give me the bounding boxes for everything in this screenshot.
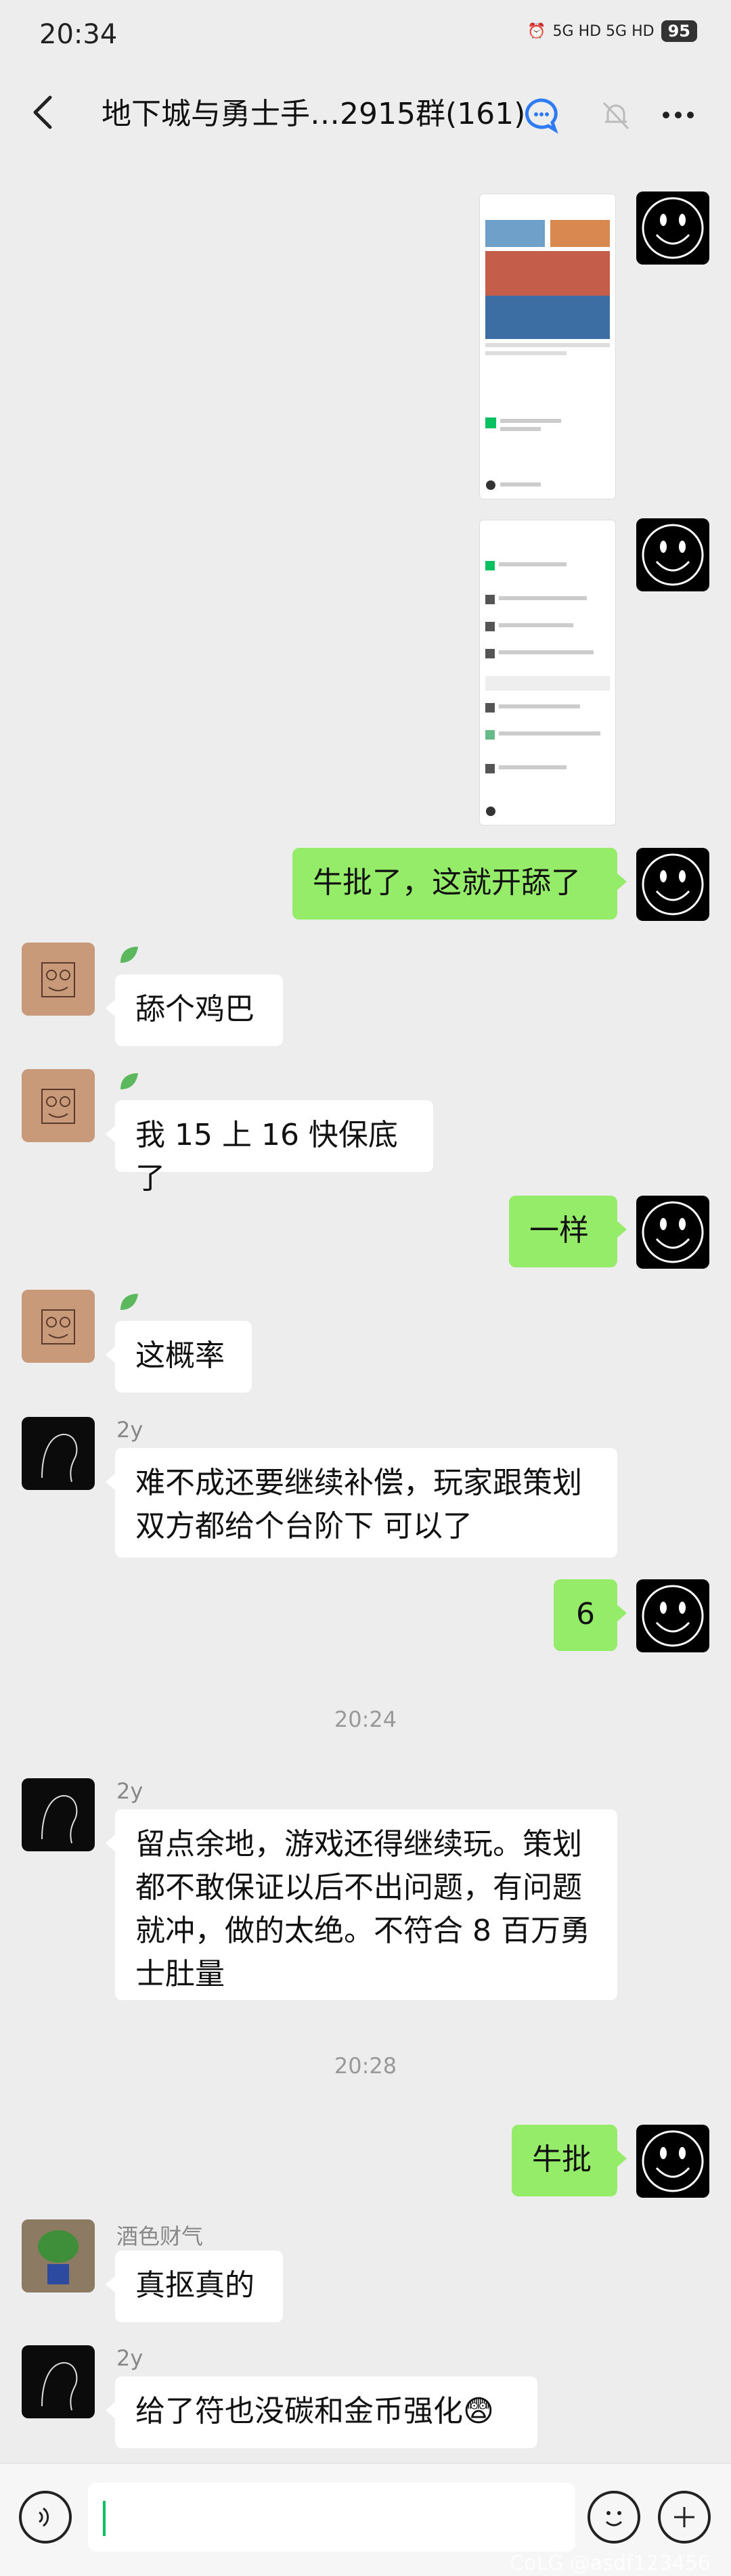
- image-message-2[interactable]: [479, 520, 616, 826]
- smiley-face-icon: [642, 1585, 704, 1647]
- message-bubble[interactable]: 舔个鸡巴: [106, 974, 283, 1046]
- network-label: 5G HD 5G HD: [552, 22, 655, 40]
- voice-wave-icon: [39, 2507, 49, 2527]
- watermark: CoLG @asdf123456: [510, 2552, 711, 2575]
- message-bubble[interactable]: 我 15 上 16 快保底了: [106, 1100, 433, 1196]
- more-functions-button[interactable]: [658, 2491, 711, 2544]
- emoji-icon: [605, 2511, 623, 2527]
- message-bubble[interactable]: 留点余地，游戏还得继续玩。策划 都不敢保证以后不出问题，有问题 就冲，做的太绝。…: [106, 1809, 617, 2000]
- message-line: 留点余地，游戏还得继续玩。策划: [135, 1827, 582, 1861]
- screenshot-thumbnail-2: [485, 561, 610, 816]
- message-timestamp: 20:28: [334, 2053, 397, 2079]
- avatar-self[interactable]: [636, 1196, 709, 1269]
- silhouette-avatar-icon: [41, 2362, 78, 2411]
- leaf-badge-icon: [120, 947, 138, 963]
- message-bubble[interactable]: 这概率: [106, 1321, 252, 1393]
- emoji-button[interactable]: [588, 2491, 640, 2544]
- smiley-face-icon: [642, 2130, 704, 2192]
- sender-nickname: 酒色财气: [116, 2223, 204, 2249]
- message-timestamp: 20:24: [334, 1707, 397, 1732]
- sketch-avatar-icon: [22, 1290, 95, 1363]
- silhouette-avatar-icon: [41, 1433, 78, 1483]
- avatar-self[interactable]: [636, 518, 709, 591]
- avatar-spongebob[interactable]: [22, 1290, 95, 1363]
- plus-icon: [674, 2507, 694, 2527]
- message-bubble[interactable]: 牛批: [512, 2125, 627, 2196]
- message-line: 难不成还要继续补偿，玩家跟策划: [135, 1466, 582, 1500]
- message-bubble[interactable]: 给了符也没碳和金币强化😨: [106, 2376, 537, 2448]
- message-input[interactable]: [88, 2483, 575, 2552]
- message-line: 就冲，做的太绝。不符合 8 百万勇: [135, 1914, 590, 1948]
- avatar-self[interactable]: [636, 2125, 709, 2198]
- leaf-badge-icon: [120, 1073, 138, 1089]
- avatar-silhouette[interactable]: [22, 1778, 95, 1851]
- message-bubble[interactable]: 6: [554, 1579, 627, 1651]
- text-caret: [103, 2501, 106, 2536]
- back-arrow-icon[interactable]: [27, 92, 61, 133]
- status-bar: 20:34 ⏰ 5G HD 5G HD 95: [0, 0, 731, 74]
- battery-level: 95: [661, 20, 697, 42]
- smiley-face-icon: [642, 524, 704, 586]
- status-time: 20:34: [39, 19, 118, 50]
- input-bar: CoLG @asdf123456: [0, 2463, 731, 2576]
- screenshot-thumbnail-1: [485, 220, 610, 490]
- avatar-spongebob[interactable]: [22, 1069, 95, 1142]
- message-bubble[interactable]: 一样: [509, 1196, 627, 1267]
- message-line: 双方都给个台阶下 可以了: [135, 1509, 472, 1543]
- chat-ai-icon[interactable]: [521, 95, 562, 135]
- alarm-icon: ⏰: [527, 22, 546, 40]
- avatar-plant[interactable]: [22, 2219, 95, 2292]
- message-bubble[interactable]: 难不成还要继续补偿，玩家跟策划 双方都给个台阶下 可以了: [106, 1448, 617, 1558]
- avatar-self[interactable]: [636, 1579, 709, 1652]
- leaf-badge-icon: [120, 1294, 138, 1310]
- chat-title[interactable]: 地下城与勇士手…2915群(161): [102, 89, 525, 133]
- chat-header: 地下城与勇士手…2915群(161): [0, 74, 731, 149]
- silhouette-avatar-icon: [41, 1794, 78, 1844]
- avatar-spongebob[interactable]: [22, 943, 95, 1016]
- mute-bell-icon[interactable]: [596, 95, 636, 135]
- message-line: 士肚量: [135, 1957, 225, 1991]
- sender-nickname: 2y: [116, 1417, 143, 1443]
- smiley-face-icon: [642, 197, 704, 259]
- smiley-face-icon: [642, 853, 704, 916]
- image-message-1[interactable]: [479, 194, 616, 499]
- avatar-self[interactable]: [636, 848, 709, 921]
- avatar-silhouette[interactable]: [22, 1417, 95, 1490]
- more-options-icon[interactable]: [658, 95, 699, 135]
- smiley-face-icon: [642, 1201, 704, 1263]
- sketch-avatar-icon: [22, 1069, 95, 1142]
- voice-input-button[interactable]: [19, 2491, 72, 2544]
- sender-nickname: 2y: [116, 1778, 143, 1804]
- plant-avatar-icon: [22, 2219, 95, 2292]
- sketch-avatar-icon: [22, 943, 95, 1016]
- avatar-self[interactable]: [636, 191, 709, 265]
- sender-nickname: 2y: [116, 2345, 143, 2371]
- message-bubble[interactable]: 真抠真的: [106, 2251, 283, 2322]
- avatar-silhouette[interactable]: [22, 2345, 95, 2418]
- message-bubble[interactable]: 牛批了，这就开舔了: [292, 848, 627, 920]
- status-indicators: ⏰ 5G HD 5G HD 95: [527, 20, 697, 42]
- message-line: 都不敢保证以后不出问题，有问题: [135, 1870, 582, 1905]
